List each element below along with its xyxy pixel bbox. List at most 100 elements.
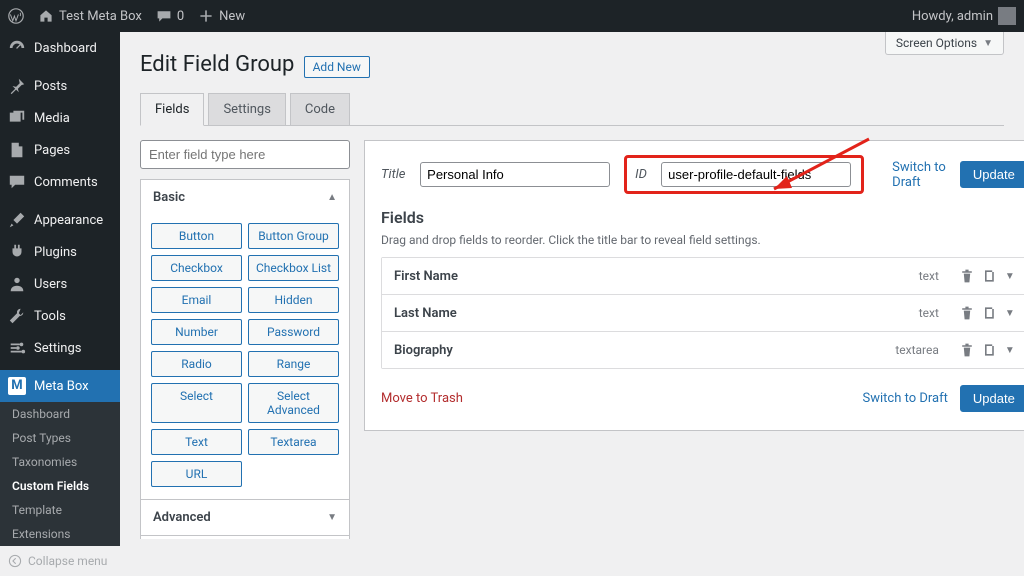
chevron-down-icon: ▼ — [327, 512, 337, 523]
collapse-menu[interactable]: Collapse menu — [0, 546, 120, 576]
field-type-radio[interactable]: Radio — [151, 351, 242, 377]
field-row[interactable]: Biographytextarea▼ — [382, 332, 1024, 368]
tab-fields[interactable]: Fields — [140, 93, 204, 126]
content-area: Screen Options ▼ Edit Field Group Add Ne… — [120, 32, 1024, 539]
menu-settings[interactable]: Settings — [0, 332, 120, 364]
duplicate-icon[interactable] — [981, 305, 997, 321]
trash-icon[interactable] — [959, 305, 975, 321]
field-type-hidden[interactable]: Hidden — [248, 287, 339, 313]
menu-posts[interactable]: Posts — [0, 70, 120, 102]
field-type-button-group[interactable]: Button Group — [248, 223, 339, 249]
menu-metabox[interactable]: MMeta Box — [0, 370, 120, 402]
tab-settings[interactable]: Settings — [208, 93, 285, 125]
home-icon — [38, 8, 54, 24]
id-highlight-box: ID — [624, 155, 864, 194]
field-type-checkbox[interactable]: Checkbox — [151, 255, 242, 281]
field-type-text[interactable]: Text — [151, 429, 242, 455]
howdy[interactable]: Howdy, admin — [912, 7, 1016, 25]
plus-icon — [198, 8, 214, 24]
wrench-icon — [8, 307, 26, 325]
field-type-password[interactable]: Password — [248, 319, 339, 345]
group-id-input[interactable] — [661, 162, 851, 187]
field-type-number[interactable]: Number — [151, 319, 242, 345]
menu-plugins[interactable]: Plugins — [0, 236, 120, 268]
chevron-down-icon[interactable]: ▼ — [1005, 345, 1015, 356]
chevron-down-icon[interactable]: ▼ — [1005, 308, 1015, 319]
switch-to-draft-link-bottom[interactable]: Switch to Draft — [862, 391, 947, 406]
submenu-taxonomies[interactable]: Taxonomies — [0, 450, 120, 474]
id-label: ID — [635, 167, 655, 182]
wp-logo[interactable] — [8, 8, 24, 24]
menu-label: Settings — [34, 341, 81, 356]
menu-users[interactable]: Users — [0, 268, 120, 300]
accordion-label: Basic — [153, 190, 185, 205]
menu-comments[interactable]: Comments — [0, 166, 120, 198]
screen-options-label: Screen Options — [896, 36, 977, 50]
trash-icon[interactable] — [959, 342, 975, 358]
duplicate-icon[interactable] — [981, 268, 997, 284]
comment-icon — [8, 173, 26, 191]
field-type-range[interactable]: Range — [248, 351, 339, 377]
menu-tools[interactable]: Tools — [0, 300, 120, 332]
accordion-advanced-head[interactable]: Advanced ▼ — [141, 499, 349, 535]
field-type-select[interactable]: Select — [151, 383, 242, 423]
update-button-bottom[interactable]: Update — [960, 385, 1024, 412]
field-list: First Nametext▼Last Nametext▼Biographyte… — [381, 257, 1024, 369]
tabs: Fields Settings Code — [140, 93, 1004, 126]
submenu-post-types[interactable]: Post Types — [0, 426, 120, 450]
pin-icon — [8, 77, 26, 95]
field-type-button[interactable]: Button — [151, 223, 242, 249]
submenu-extensions[interactable]: Extensions — [0, 522, 120, 546]
submenu-template[interactable]: Template — [0, 498, 120, 522]
fields-help: Drag and drop fields to reorder. Click t… — [381, 233, 1024, 247]
menu-media[interactable]: Media — [0, 102, 120, 134]
group-title-input[interactable] — [420, 162, 610, 187]
menu-pages[interactable]: Pages — [0, 134, 120, 166]
comment-icon — [156, 8, 172, 24]
menu-appearance[interactable]: Appearance — [0, 204, 120, 236]
field-type-email[interactable]: Email — [151, 287, 242, 313]
field-name: Last Name — [394, 306, 919, 321]
user-icon — [8, 275, 26, 293]
field-type: text — [919, 269, 939, 283]
field-name: First Name — [394, 269, 919, 284]
site-name-label: Test Meta Box — [59, 9, 142, 24]
chevron-down-icon[interactable]: ▼ — [1005, 271, 1015, 282]
comments-bubble[interactable]: 0 — [156, 8, 184, 24]
menu-label: Media — [34, 111, 70, 126]
menu-label: Pages — [34, 143, 70, 158]
new-content[interactable]: New — [198, 8, 245, 24]
switch-to-draft-link[interactable]: Switch to Draft — [892, 160, 946, 190]
move-to-trash-link[interactable]: Move to Trash — [381, 391, 463, 406]
field-type-select-advanced[interactable]: Select Advanced — [248, 383, 339, 423]
avatar — [998, 7, 1016, 25]
screen-options-toggle[interactable]: Screen Options ▼ — [885, 32, 1004, 55]
field-type: textarea — [895, 343, 939, 357]
sliders-icon — [8, 339, 26, 357]
accordion-label: Advanced — [153, 510, 211, 525]
menu-label: Plugins — [34, 245, 77, 260]
field-type-checkbox-list[interactable]: Checkbox List — [248, 255, 339, 281]
duplicate-icon[interactable] — [981, 342, 997, 358]
field-row[interactable]: Last Nametext▼ — [382, 295, 1024, 332]
fields-heading: Fields — [381, 208, 1024, 227]
menu-label: Appearance — [34, 213, 103, 228]
field-type-accordion: Basic▲ ButtonButton GroupCheckboxCheckbo… — [140, 179, 350, 539]
tab-code[interactable]: Code — [290, 93, 350, 125]
field-row[interactable]: First Nametext ▼ — [382, 258, 1024, 295]
submenu-custom-fields[interactable]: Custom Fields — [0, 474, 120, 498]
accordion-wordpress-head[interactable]: WordPress▼ — [141, 535, 349, 539]
submenu-dashboard[interactable]: Dashboard — [0, 402, 120, 426]
accordion-basic-head[interactable]: Basic▲ — [141, 180, 349, 215]
trash-icon[interactable] — [959, 268, 975, 284]
menu-dashboard[interactable]: Dashboard — [0, 32, 120, 64]
add-new-button[interactable]: Add New — [304, 56, 370, 78]
field-type-url[interactable]: URL — [151, 461, 242, 487]
comments-count: 0 — [177, 9, 184, 24]
site-name[interactable]: Test Meta Box — [38, 8, 142, 24]
field-type-search-input[interactable] — [140, 140, 350, 169]
update-button-top[interactable]: Update — [960, 161, 1024, 188]
brush-icon — [8, 211, 26, 229]
group-header-panel: Title ID Switch to Draft Update Fields D… — [364, 140, 1024, 431]
field-type-textarea[interactable]: Textarea — [248, 429, 339, 455]
